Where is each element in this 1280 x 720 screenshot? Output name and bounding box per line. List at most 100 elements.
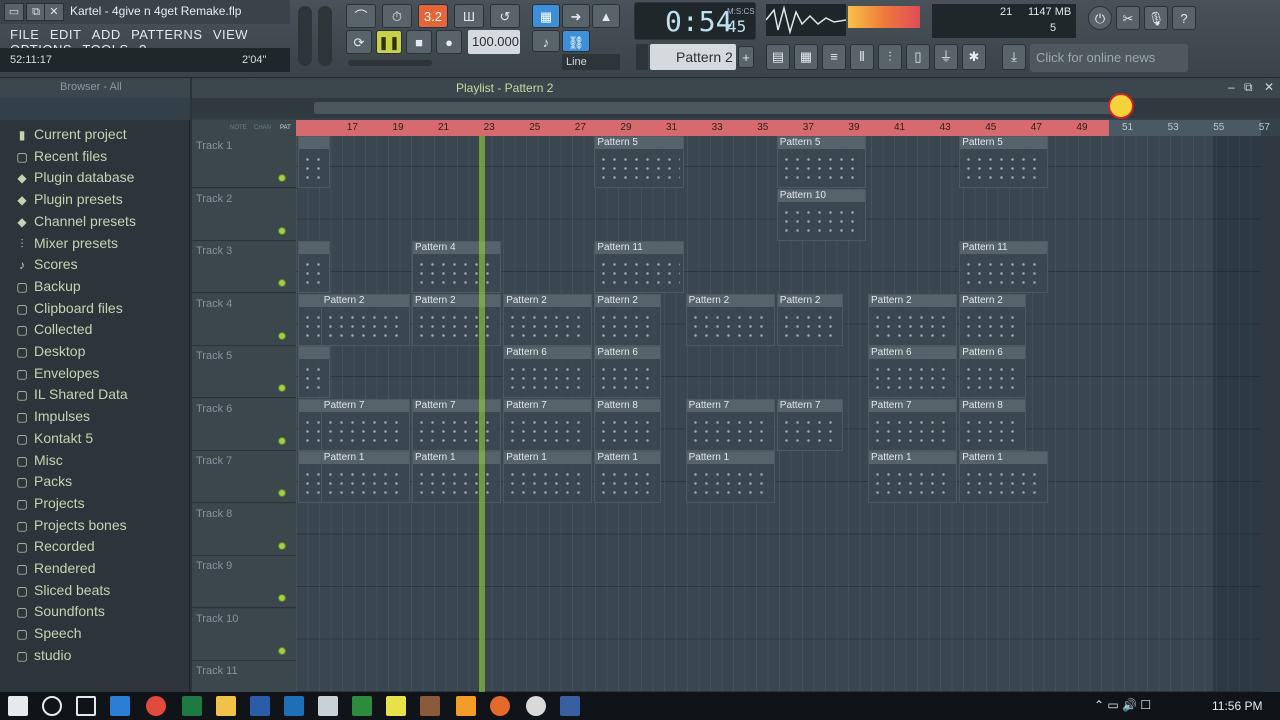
track-enable-toggle[interactable] <box>278 279 286 287</box>
pattern-clip[interactable]: Pattern 6 <box>868 346 958 398</box>
track-header[interactable]: Track 6 <box>192 398 296 451</box>
pattern-clip[interactable] <box>298 241 331 293</box>
pattern-clip[interactable]: Pattern 7 <box>503 398 593 451</box>
pattern-select[interactable]: Pattern 2 <box>650 44 736 70</box>
track-header[interactable]: Track 10 <box>192 608 296 661</box>
track-enable-toggle[interactable] <box>278 384 286 392</box>
arrangement-grid[interactable]: Pattern 5 Pattern 5 Pattern 5 Pattern 10 Pat… <box>296 136 1261 692</box>
online-news-button[interactable]: Click for online news <box>1030 44 1188 72</box>
pattern-clip[interactable]: Pattern 1 <box>412 451 502 503</box>
pattern-prev-button[interactable] <box>636 44 648 70</box>
snap-select[interactable]: Line <box>562 54 620 70</box>
track-enable-toggle[interactable] <box>278 436 286 445</box>
store-icon[interactable] <box>318 696 338 716</box>
track-header[interactable]: Track 8 <box>192 503 296 556</box>
track-header[interactable]: Track 5 <box>192 346 296 398</box>
channel-rack-icon[interactable]: ≡ <box>822 44 846 70</box>
explorer-icon[interactable] <box>216 696 236 716</box>
metronome-icon[interactable]: ⌒ <box>346 4 376 28</box>
help-icon[interactable]: ? <box>1172 6 1196 30</box>
browser-item[interactable]: ▢ Packs <box>14 473 72 493</box>
track-enable-toggle[interactable] <box>278 541 286 550</box>
blend-notes-icon[interactable]: Ш <box>454 4 484 28</box>
pattern-clip[interactable]: Pattern 2 <box>412 293 502 346</box>
timeline-ruler[interactable]: 17 19 21 23 25 27 29 31 33 35 37 39 41 43 45 47 49 <box>296 120 1109 136</box>
browser-item[interactable]: ▢ Recorded <box>14 538 94 558</box>
pattern-clip[interactable]: Pattern 7 <box>320 398 410 451</box>
time-display[interactable]: 0:54 M:S:CS 45 <box>634 2 756 40</box>
pattern-clip[interactable]: Pattern 2 <box>685 293 775 346</box>
pattern-clip[interactable]: Pattern 6 <box>503 346 593 398</box>
browser-item[interactable]: ⫶ Mixer presets <box>14 235 118 255</box>
browser-item[interactable]: ▢ studio <box>14 647 71 667</box>
browser-item[interactable]: ▢ Projects bones <box>14 517 126 537</box>
pattern-clip[interactable]: Pattern 7 <box>412 398 502 451</box>
link-icon[interactable]: ⛓ <box>562 30 590 52</box>
master-volume-slider[interactable] <box>298 6 312 66</box>
windows-start-icon[interactable] <box>8 696 28 716</box>
piano-roll-icon[interactable]: ▦ <box>794 44 818 70</box>
horizontal-scrollbar[interactable] <box>192 93 1280 119</box>
pattern-clip[interactable]: Pattern 5 <box>776 136 866 188</box>
power-icon[interactable]: ⏻ <box>1088 6 1112 30</box>
browser-item[interactable]: ▢ Collected <box>14 321 92 341</box>
pattern-clip[interactable]: Pattern 2 <box>594 293 661 346</box>
browser-item[interactable]: ▢ Desktop <box>14 343 85 363</box>
playhead[interactable] <box>479 136 485 692</box>
pattern-clip[interactable]: Pattern 2 <box>503 293 593 346</box>
tempo-display[interactable]: 100.000 <box>468 30 520 54</box>
pattern-clip[interactable]: Pattern 1 <box>959 451 1049 503</box>
download-icon[interactable]: ⤓ <box>1002 44 1026 70</box>
browser-item[interactable]: ▢ Impulses <box>14 408 90 428</box>
pattern-clip[interactable]: Pattern 1 <box>503 451 593 503</box>
menu-edit[interactable]: EDIT <box>50 27 82 42</box>
browser-item[interactable]: ▢ Projects <box>14 495 84 515</box>
playlist-icon[interactable]: ▤ <box>766 44 790 70</box>
minimize-button[interactable]: ▭ <box>4 3 24 21</box>
browser-item[interactable]: ▢ Backup <box>14 278 80 298</box>
record-button[interactable]: ● <box>436 30 462 54</box>
track-enable-toggle[interactable] <box>278 226 286 235</box>
snap-icon[interactable]: ♪ <box>532 30 560 52</box>
browser-item[interactable]: ▢ Rendered <box>14 560 95 580</box>
menu-view[interactable]: VIEW <box>213 27 248 42</box>
app-icon[interactable] <box>420 696 440 716</box>
track-enable-toggle[interactable] <box>278 594 286 602</box>
pattern-clip[interactable]: Pattern 6 <box>594 346 661 398</box>
browser-item[interactable]: ▢ Soundfonts <box>14 603 105 623</box>
pattern-clip[interactable]: Pattern 1 <box>320 451 410 503</box>
close-icon[interactable]: ✕ <box>1264 80 1274 94</box>
cut-icon[interactable]: ✂ <box>1116 6 1140 30</box>
pattern-clip[interactable]: Pattern 8 <box>959 398 1026 451</box>
browser-item[interactable]: ▢ IL Shared Data <box>14 386 127 406</box>
close-button[interactable]: ✕ <box>44 3 64 21</box>
song-mode-icon[interactable]: ⟳ <box>346 30 372 54</box>
browser-item[interactable]: ▢ Misc <box>14 452 62 472</box>
menu-file[interactable]: FILE <box>10 27 39 42</box>
pattern-clip[interactable]: Pattern 8 <box>594 398 661 451</box>
fl-studio-icon[interactable] <box>456 696 476 716</box>
track-header[interactable]: Track 1 <box>192 136 296 188</box>
browser-item[interactable]: ▢ Kontakt 5 <box>14 430 93 450</box>
browser-item[interactable]: ▮ Current project <box>14 126 127 146</box>
pattern-clip[interactable] <box>298 136 331 188</box>
project-app-icon[interactable] <box>352 696 372 716</box>
edge-icon[interactable] <box>110 696 130 716</box>
sliders-icon[interactable]: ⫶ <box>878 44 902 70</box>
pattern-clip[interactable]: Pattern 6 <box>959 346 1026 398</box>
outlook-icon[interactable] <box>284 696 304 716</box>
pattern-clip[interactable]: Pattern 1 <box>685 451 775 503</box>
pattern-clip[interactable]: Pattern 7 <box>685 398 775 451</box>
pattern-clip[interactable]: Pattern 7 <box>776 398 844 451</box>
master-pitch-slider[interactable] <box>318 6 332 66</box>
mixer-icon[interactable]: ⫴ <box>850 44 874 70</box>
search-icon[interactable] <box>42 696 62 716</box>
position-slider[interactable] <box>348 60 432 66</box>
add-pattern-button[interactable]: + <box>738 46 754 68</box>
file-icon[interactable]: ▯ <box>906 44 930 70</box>
plugin-icon[interactable]: ⏚ <box>934 44 958 70</box>
pattern-clip[interactable]: Pattern 4 <box>412 241 502 293</box>
track-header[interactable]: Track 3 <box>192 241 296 293</box>
browser-item[interactable]: ▢ Sliced beats <box>14 582 110 602</box>
pattern-clip[interactable] <box>298 346 331 398</box>
